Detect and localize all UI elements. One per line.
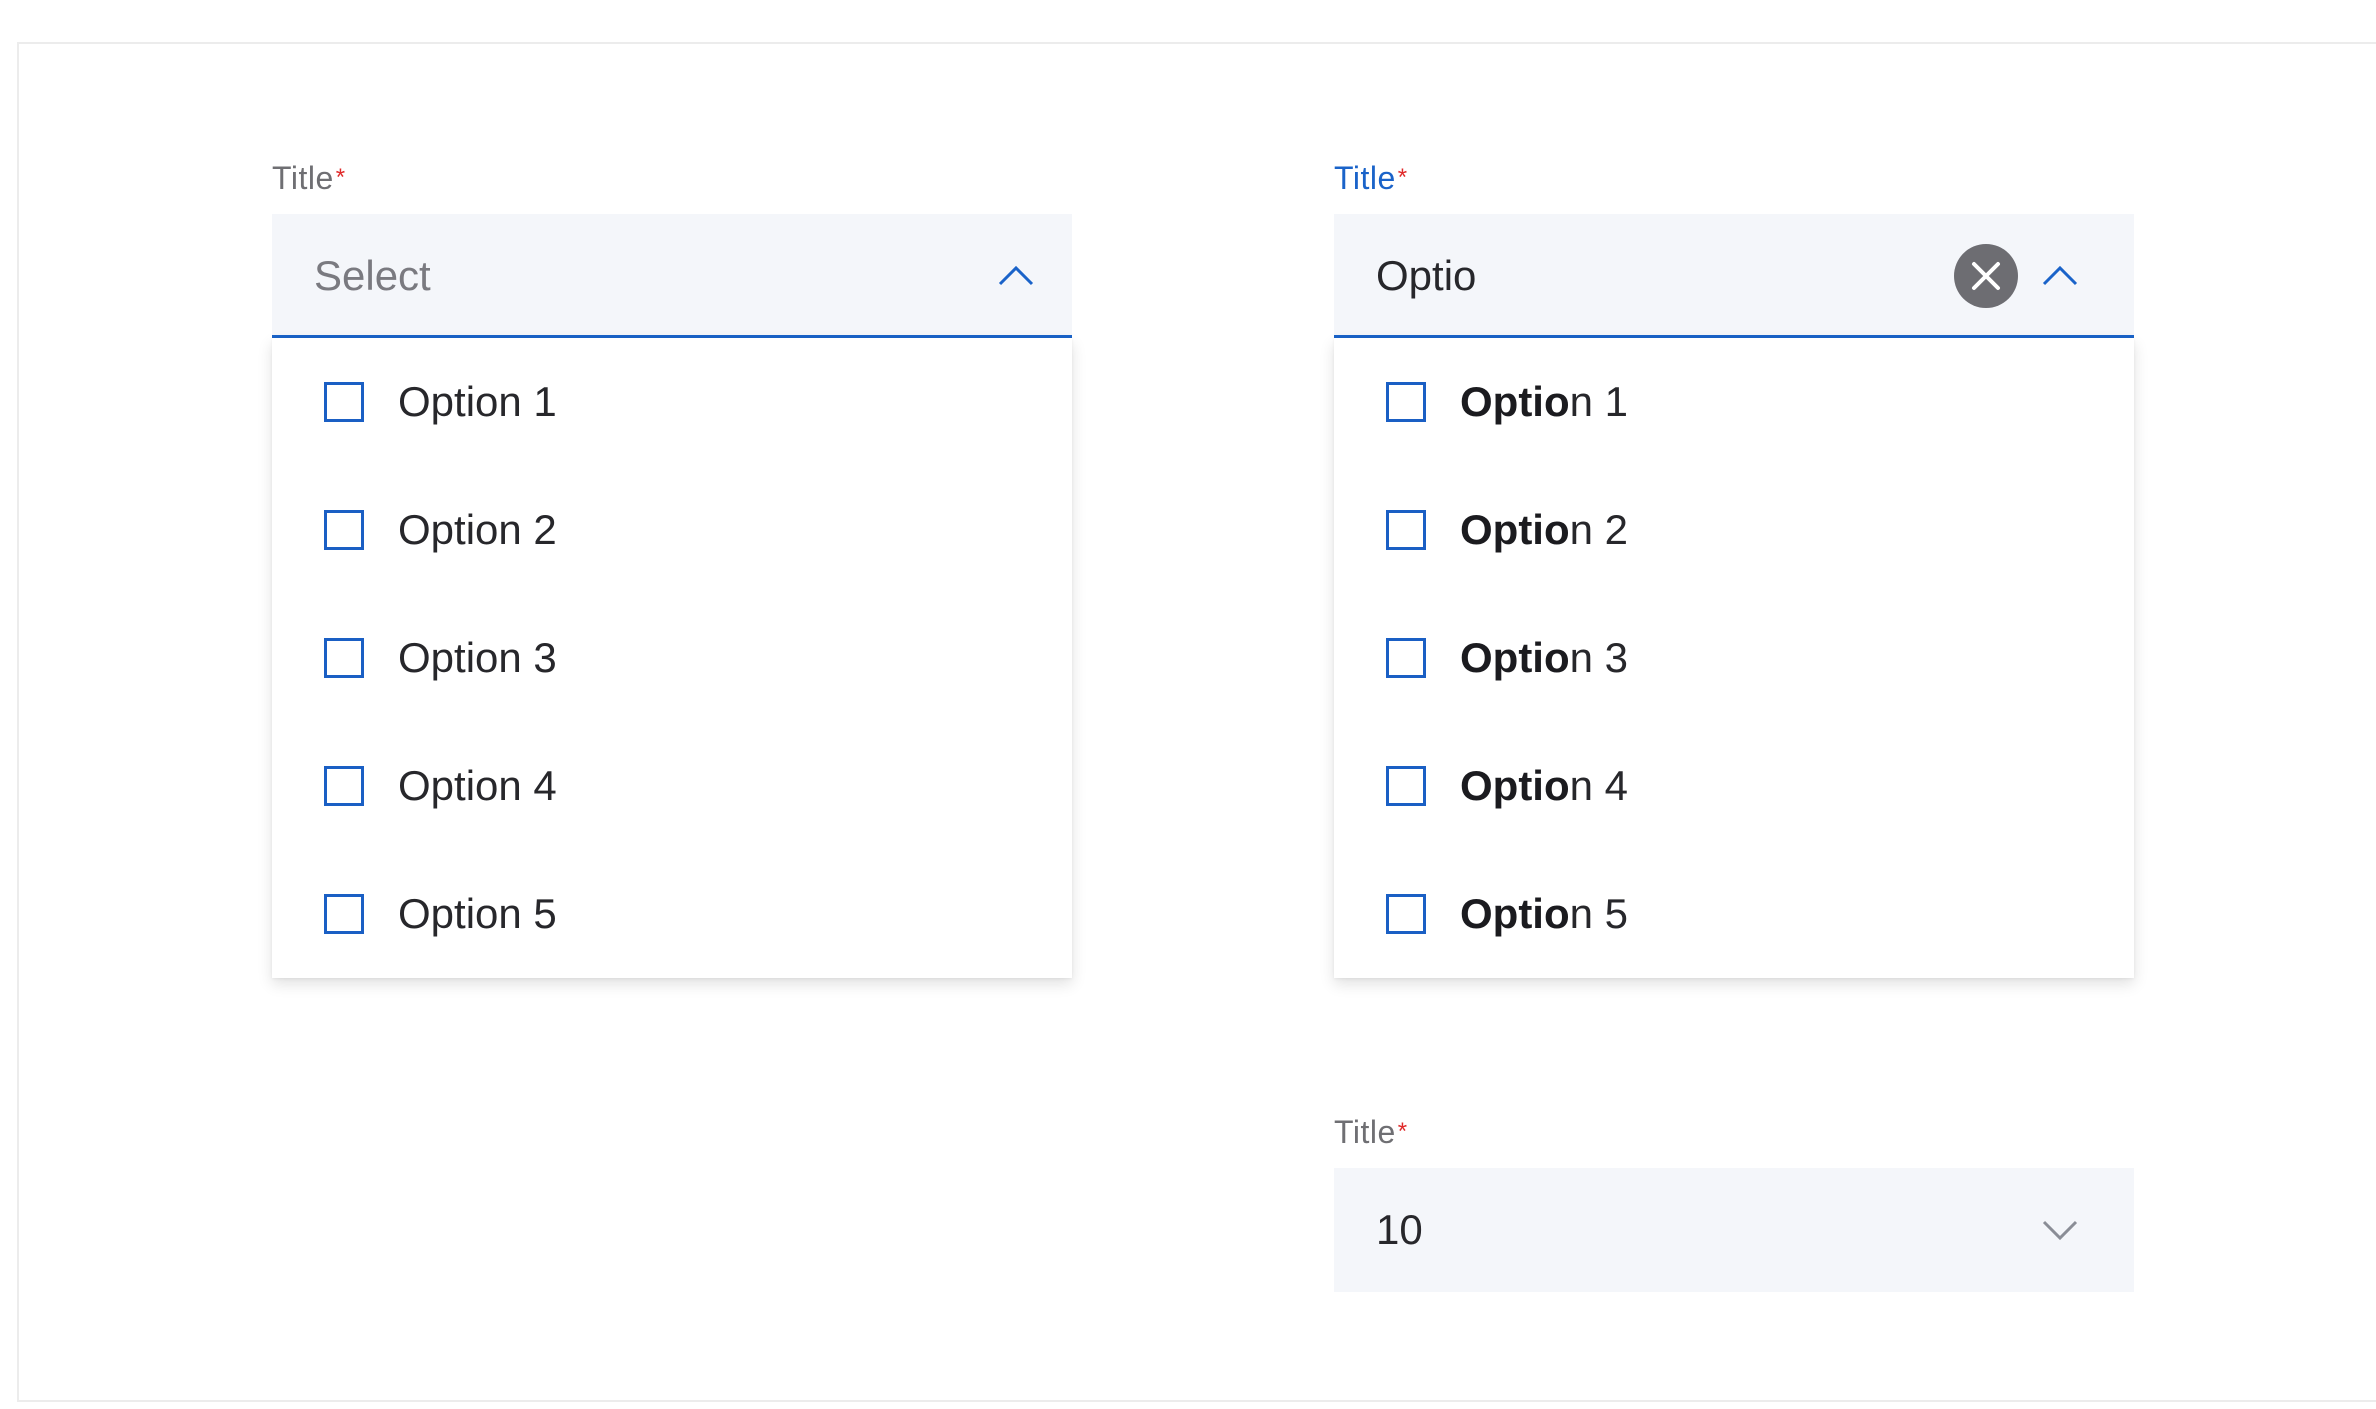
option-label-match: Optio <box>1460 890 1570 937</box>
option-label: Option 5 <box>398 890 557 937</box>
clear-circle-icon[interactable] <box>1954 244 2018 308</box>
option-label-rest: n 2 <box>1569 506 1629 553</box>
menu-option[interactable]: Option 2 <box>272 466 1072 594</box>
dropdown-menu: Option 1 Option 2 Option 3 Option 4 Opti… <box>272 338 1072 978</box>
select-input[interactable]: Select <box>272 214 1072 338</box>
option-label: Option 3 <box>1460 594 1628 722</box>
search-value: Optio <box>1376 252 1477 299</box>
option-checkbox[interactable] <box>324 510 364 550</box>
menu-option[interactable]: Option 3 <box>272 594 1072 722</box>
menu-option[interactable]: Option 5 <box>272 850 1072 978</box>
single-select-closed: Title* 10 <box>1334 1112 2134 1292</box>
option-label-rest: n 3 <box>1569 634 1629 681</box>
field-label-text: Title <box>1334 1114 1396 1150</box>
option-label: Option 1 <box>1460 338 1628 466</box>
chevron-down-icon[interactable] <box>2038 1208 2082 1252</box>
option-checkbox[interactable] <box>324 894 364 934</box>
menu-option[interactable]: Option 1 <box>1334 338 2134 466</box>
option-label-match: Optio <box>1460 378 1570 425</box>
option-label-rest: n 1 <box>1569 378 1629 425</box>
option-checkbox[interactable] <box>1386 766 1426 806</box>
menu-option[interactable]: Option 1 <box>272 338 1072 466</box>
required-mark: * <box>1397 164 1408 191</box>
search-input[interactable]: Optio <box>1334 214 2134 338</box>
required-mark: * <box>335 164 346 191</box>
field-label: Title* <box>1334 1112 2134 1152</box>
option-label: Option 4 <box>398 762 557 809</box>
option-checkbox[interactable] <box>324 382 364 422</box>
option-label-match: Optio <box>1460 762 1570 809</box>
option-label: Option 3 <box>398 634 557 681</box>
multi-select-empty: Title* Select Option 1 Option 2 Option 3 <box>272 158 1072 978</box>
option-checkbox[interactable] <box>1386 638 1426 678</box>
option-checkbox[interactable] <box>1386 510 1426 550</box>
option-label: Option 2 <box>1460 466 1628 594</box>
field-label-text: Title <box>272 160 334 196</box>
option-label-match: Optio <box>1460 506 1570 553</box>
option-checkbox[interactable] <box>324 766 364 806</box>
option-label-rest: n 4 <box>1569 762 1629 809</box>
chevron-up-icon[interactable] <box>994 254 1038 298</box>
select-value: 10 <box>1376 1206 1423 1253</box>
option-checkbox[interactable] <box>1386 894 1426 934</box>
field-label: Title* <box>272 158 1072 198</box>
canvas: Title* Select Option 1 Option 2 Option 3 <box>17 42 2376 1402</box>
select-input[interactable]: 10 <box>1334 1168 2134 1292</box>
menu-option[interactable]: Option 2 <box>1334 466 2134 594</box>
option-label: Option 1 <box>398 378 557 425</box>
option-label: Option 5 <box>1460 850 1628 978</box>
field-label: Title* <box>1334 158 2134 198</box>
menu-option[interactable]: Option 5 <box>1334 850 2134 978</box>
menu-option[interactable]: Option 3 <box>1334 594 2134 722</box>
multi-select-search: Title* Optio Option 1 Option 2 Option 3 … <box>1334 158 2134 978</box>
option-label-rest: n 5 <box>1569 890 1629 937</box>
menu-option[interactable]: Option 4 <box>1334 722 2134 850</box>
option-label: Option 4 <box>1460 722 1628 850</box>
option-label-match: Optio <box>1460 634 1570 681</box>
required-mark: * <box>1397 1118 1408 1145</box>
option-checkbox[interactable] <box>324 638 364 678</box>
option-checkbox[interactable] <box>1386 382 1426 422</box>
chevron-up-icon[interactable] <box>2038 254 2082 298</box>
menu-option[interactable]: Option 4 <box>272 722 1072 850</box>
dropdown-menu: Option 1 Option 2 Option 3 Option 4 Opti… <box>1334 338 2134 978</box>
field-label-text: Title <box>1334 160 1396 196</box>
option-label: Option 2 <box>398 506 557 553</box>
select-placeholder: Select <box>314 252 431 299</box>
